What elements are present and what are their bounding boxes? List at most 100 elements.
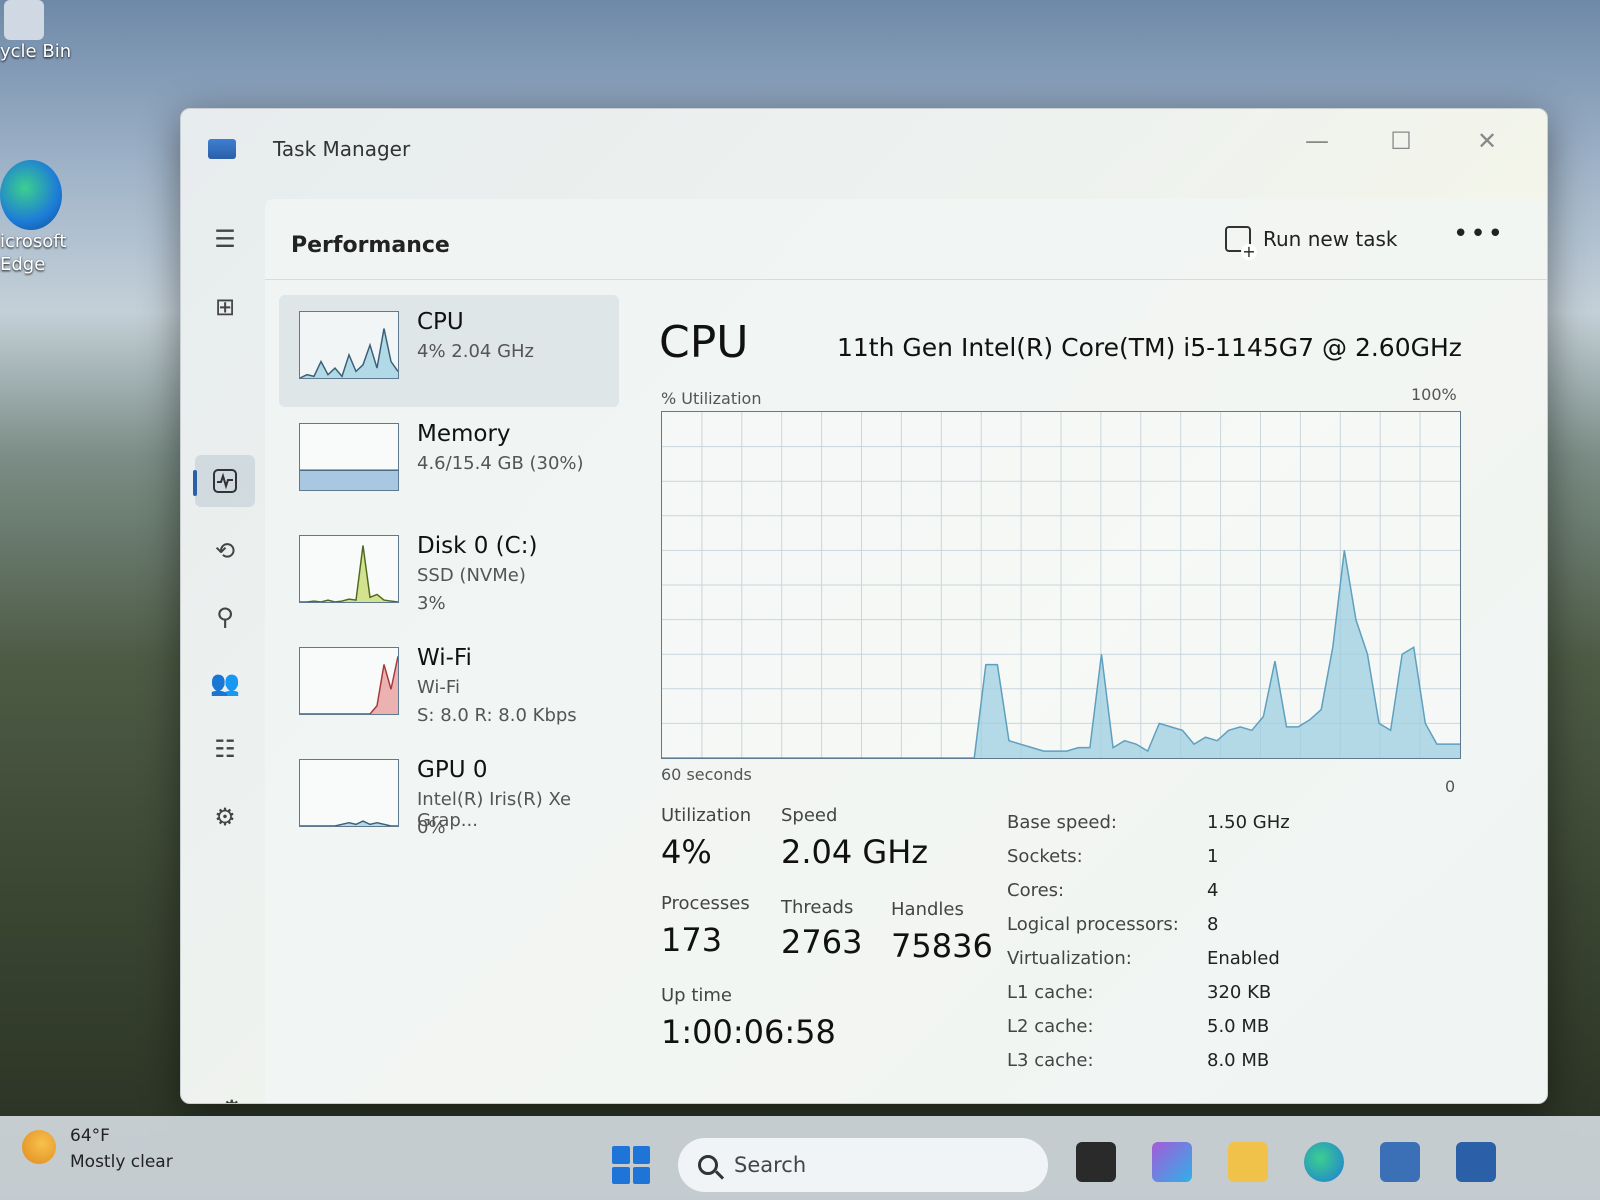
spec-key: Virtualization: <box>1007 947 1132 969</box>
task-manager-taskbar-icon[interactable] <box>1456 1142 1496 1182</box>
task-manager-app-icon <box>208 139 236 159</box>
taskbar-search-box[interactable]: Search <box>678 1138 1048 1192</box>
memory-thumbnail-graph <box>299 423 399 491</box>
resource-item-disk[interactable]: Disk 0 (C:) SSD (NVMe) 3% <box>279 519 619 631</box>
hamburger-menu-icon[interactable]: ☰ <box>207 221 243 257</box>
utilization-line <box>300 545 398 602</box>
weather-temperature[interactable]: 64°F <box>70 1126 110 1146</box>
wifi-thumbnail-graph <box>299 647 399 715</box>
utilization-area <box>300 470 398 490</box>
spec-value: Enabled <box>1207 947 1280 969</box>
more-options-button[interactable]: ••• <box>1453 219 1505 249</box>
recycle-bin-label: ycle Bin <box>0 41 72 62</box>
resource-item-memory[interactable]: Memory 4.6/15.4 GB (30%) <box>279 407 619 519</box>
resource-list: CPU 4% 2.04 GHz Memory 4.6/15.4 GB (30%)… <box>279 295 619 855</box>
spec-key: L2 cache: <box>1007 1015 1094 1037</box>
utilization-max-label: 100% <box>1411 385 1457 404</box>
speed-label: Speed <box>781 805 838 826</box>
weather-moon-icon[interactable] <box>22 1130 56 1164</box>
store-icon[interactable] <box>1380 1142 1420 1182</box>
speed-value: 2.04 GHz <box>781 833 929 871</box>
resource-sub: Intel(R) Iris(R) Xe Grap... <box>417 789 572 831</box>
weather-condition[interactable]: Mostly clear <box>70 1152 173 1172</box>
edge-taskbar-icon[interactable] <box>1304 1142 1344 1182</box>
header-divider <box>265 279 1547 280</box>
run-task-icon <box>1225 226 1257 260</box>
spec-value: 5.0 MB <box>1207 1015 1270 1037</box>
resource-sub2: 3% <box>417 593 446 614</box>
processes-label: Processes <box>661 893 750 914</box>
spec-value: 320 KB <box>1207 981 1272 1003</box>
spec-row: L3 cache: 8.0 MB <box>1007 1043 1447 1077</box>
content-panel: Performance Run new task ••• CPU 4% 2.04… <box>265 199 1547 1103</box>
spec-value: 8.0 MB <box>1207 1049 1270 1071</box>
search-label: Search <box>734 1153 807 1177</box>
nav-rail: ☰ ⊞ ⟲ ⚲ 👥 ☷ ⚙ ⚙ <box>181 185 265 1103</box>
threads-label: Threads <box>781 897 854 918</box>
resource-item-wifi[interactable]: Wi-Fi Wi-Fi S: 8.0 R: 8.0 Kbps <box>279 631 619 743</box>
users-icon[interactable]: 👥 <box>207 665 243 701</box>
resource-item-gpu[interactable]: GPU 0 Intel(R) Iris(R) Xe Grap... 0% <box>279 743 619 855</box>
utilization-value: 4% <box>661 833 712 871</box>
resource-name: Disk 0 (C:) <box>417 533 538 559</box>
spec-value: 8 <box>1207 913 1219 935</box>
resource-name: GPU 0 <box>417 757 488 783</box>
uptime-value: 1:00:06:58 <box>661 1013 836 1051</box>
edge-label-line2: Edge <box>0 254 46 276</box>
gpu-thumbnail-graph <box>299 759 399 827</box>
file-explorer-icon[interactable] <box>1228 1142 1268 1182</box>
utilization-axis-label: % Utilization <box>661 389 762 408</box>
processes-icon[interactable]: ⊞ <box>207 289 243 325</box>
m365-app-icon[interactable] <box>1152 1142 1192 1182</box>
resource-sub2: 0% <box>417 817 446 838</box>
nav-selected-indicator <box>193 470 197 496</box>
resource-sub2: S: 8.0 R: 8.0 Kbps <box>417 705 577 726</box>
spec-row: Logical processors: 8 <box>1007 907 1447 941</box>
maximize-button[interactable]: ☐ <box>1381 123 1421 159</box>
handles-value: 75836 <box>891 927 993 965</box>
resource-name: Wi-Fi <box>417 645 472 671</box>
processes-value: 173 <box>661 921 723 959</box>
detail-heading: CPU <box>659 317 749 368</box>
spec-key: Cores: <box>1007 879 1065 901</box>
startup-apps-icon[interactable]: ⚲ <box>207 599 243 635</box>
run-new-task-button[interactable]: Run new task <box>1225 219 1398 260</box>
minimize-button[interactable]: — <box>1297 123 1337 159</box>
edge-label-line1: icrosoft <box>0 231 67 252</box>
run-new-task-label: Run new task <box>1263 227 1398 251</box>
services-icon[interactable]: ⚙ <box>207 799 243 835</box>
resource-sub: 4% 2.04 GHz <box>417 341 535 362</box>
utilization-area <box>300 545 398 602</box>
spec-key: L1 cache: <box>1007 981 1094 1003</box>
settings-gear-icon[interactable]: ⚙ <box>221 1095 243 1103</box>
performance-icon[interactable] <box>207 463 243 499</box>
recycle-bin-glyph-icon <box>4 0 44 40</box>
threads-value: 2763 <box>781 923 863 961</box>
start-button-icon[interactable] <box>612 1146 650 1184</box>
resource-sub: 4.6/15.4 GB (30%) <box>417 453 584 474</box>
spec-key: Logical processors: <box>1007 913 1179 935</box>
cpu-model-name: 11th Gen Intel(R) Core(TM) i5-1145G7 @ 2… <box>837 333 1462 362</box>
window-title: Task Manager <box>273 137 411 161</box>
spec-value: 4 <box>1207 879 1219 901</box>
spec-row: L2 cache: 5.0 MB <box>1007 1009 1447 1043</box>
spec-row: Base speed: 1.50 GHz <box>1007 805 1447 839</box>
task-manager-window: Task Manager — ☐ ✕ ☰ ⊞ ⟲ ⚲ 👥 ☷ ⚙ ⚙ Perfo… <box>180 108 1548 1104</box>
app-history-icon[interactable]: ⟲ <box>207 533 243 569</box>
spec-row: Sockets: 1 <box>1007 839 1447 873</box>
resource-name: CPU <box>417 309 464 335</box>
recycle-bin-icon[interactable]: ycle Bin <box>0 0 71 63</box>
task-view-icon[interactable] <box>1076 1142 1116 1182</box>
cpu-utilization-graph <box>661 411 1461 759</box>
title-bar[interactable]: Task Manager — ☐ ✕ <box>181 109 1547 185</box>
cpu-spec-table: Base speed: 1.50 GHz Sockets: 1 Cores: 4 Logic… <box>1007 805 1447 1077</box>
resource-item-cpu[interactable]: CPU 4% 2.04 GHz <box>279 295 619 407</box>
disk-thumbnail-graph <box>299 535 399 603</box>
utilization-label: Utilization <box>661 805 752 826</box>
details-icon[interactable]: ☷ <box>207 731 243 767</box>
spec-key: Base speed: <box>1007 811 1117 833</box>
uptime-label: Up time <box>661 985 732 1006</box>
edge-desktop-icon[interactable]: icrosoft Edge <box>0 160 66 277</box>
graph-time-span-label: 60 seconds <box>661 765 752 784</box>
close-button[interactable]: ✕ <box>1467 123 1507 159</box>
